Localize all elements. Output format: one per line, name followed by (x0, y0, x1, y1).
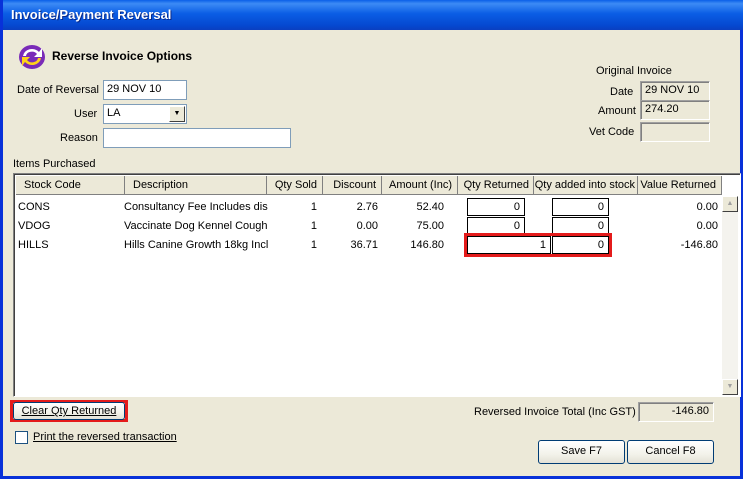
table-row-cons-code[interactable]: CONS (18, 198, 118, 216)
save-button[interactable]: Save F7 (538, 440, 625, 464)
table-row-cons-amount[interactable]: 52.40 (382, 198, 444, 216)
reversed-total-value: -146.80 (638, 402, 714, 422)
column-header-stock-code[interactable]: Stock Code (16, 176, 125, 195)
table-row-vdog-discount[interactable]: 0.00 (323, 217, 378, 235)
table-row-cons-qty-returned-input[interactable]: 0 (467, 198, 525, 216)
vet-code-value (640, 122, 710, 142)
table-row-vdog-description[interactable]: Vaccinate Dog Kennel Cough. (124, 217, 268, 235)
table-row-hills-discount[interactable]: 36.71 (323, 236, 378, 254)
print-reversed-label[interactable]: Print the reversed transaction (33, 431, 177, 443)
table-row-hills-value-returned[interactable]: -146.80 (638, 236, 718, 254)
user-label: User (74, 108, 98, 120)
original-amount-label: Amount (598, 105, 636, 117)
table-row-vdog-amount[interactable]: 75.00 (382, 217, 444, 235)
original-date-value: 29 NOV 10 (640, 81, 710, 101)
table-row-cons-discount[interactable]: 2.76 (323, 198, 378, 216)
original-date-label: Date (610, 86, 634, 98)
column-header-qty-returned[interactable]: Qty Returned (458, 176, 534, 195)
column-header-qty-sold[interactable]: Qty Sold (267, 176, 323, 195)
print-reversed-checkbox[interactable] (15, 431, 28, 444)
table-row-cons-value-returned[interactable]: 0.00 (638, 198, 718, 216)
original-invoice-title: Original Invoice (596, 65, 672, 77)
clear-qty-returned-button[interactable]: Clear Qty Returned (13, 402, 125, 420)
cancel-button[interactable]: Cancel F8 (627, 440, 714, 464)
chevron-down-icon[interactable]: ▼ (169, 106, 185, 122)
table-row-vdog-code[interactable]: VDOG (18, 217, 118, 235)
reversed-total-label: Reversed Invoice Total (Inc GST) (474, 406, 636, 418)
table-row-hills-qty-sold[interactable]: 1 (267, 236, 317, 254)
items-purchased-label: Items Purchased (13, 158, 96, 170)
items-scrollbar[interactable]: ▲ ▼ (722, 196, 738, 395)
options-title: Reverse Invoice Options (52, 49, 193, 63)
date-of-reversal-label: Date of Reversal (17, 84, 99, 96)
vet-code-label: Vet Code (589, 126, 635, 138)
table-row-vdog-qty-sold[interactable]: 1 (267, 217, 317, 235)
hills-qty-highlight (464, 233, 612, 257)
date-of-reversal-field[interactable]: 29 NOV 10 (103, 80, 187, 100)
items-table[interactable]: Stock Code Description Qty Sold Discount… (13, 173, 741, 397)
user-select[interactable]: LA ▼ (103, 104, 187, 124)
scroll-up-icon[interactable]: ▲ (722, 196, 738, 212)
column-header-qty-added-stock[interactable]: Qty added into stock (534, 176, 638, 195)
reason-label: Reason (60, 132, 98, 144)
reverse-arrows-icon (17, 43, 47, 71)
table-row-cons-qty-stock-input[interactable]: 0 (552, 198, 609, 216)
table-row-hills-amount[interactable]: 146.80 (382, 236, 444, 254)
reversal-window: Invoice/Payment Reversal Reverse Invoice… (0, 0, 743, 479)
table-row-vdog-value-returned[interactable]: 0.00 (638, 217, 718, 235)
table-row-hills-description[interactable]: Hills Canine Growth 18kg Inclu (124, 236, 268, 254)
column-header-description[interactable]: Description (125, 176, 267, 195)
column-header-amount[interactable]: Amount (Inc) (382, 176, 458, 195)
column-header-value-returned[interactable]: Value Returned (638, 176, 722, 195)
window-title: Invoice/Payment Reversal (3, 0, 743, 30)
reason-field[interactable] (103, 128, 291, 148)
scroll-down-icon[interactable]: ▼ (722, 379, 738, 395)
column-header-discount[interactable]: Discount (323, 176, 382, 195)
user-select-value: LA (107, 107, 121, 119)
table-row-hills-code[interactable]: HILLS (18, 236, 118, 254)
original-amount-value: 274.20 (640, 100, 710, 120)
table-row-cons-description[interactable]: Consultancy Fee Includes disc (124, 198, 268, 216)
table-row-cons-qty-sold[interactable]: 1 (267, 198, 317, 216)
